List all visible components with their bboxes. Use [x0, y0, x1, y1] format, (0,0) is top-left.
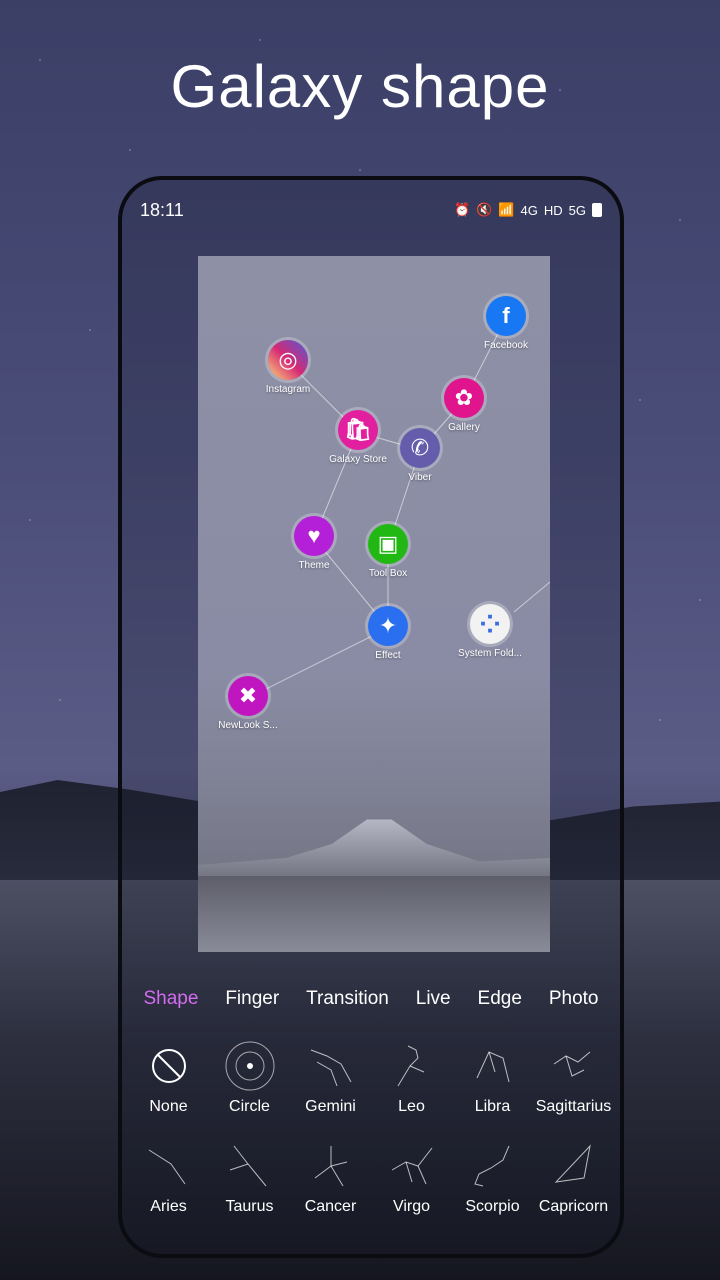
app-viber[interactable]: ✆ Viber — [375, 428, 465, 483]
shape-virgo[interactable]: Virgo — [371, 1140, 452, 1216]
shape-capricorn[interactable]: Capricorn — [533, 1140, 614, 1216]
navigation-bar — [122, 1236, 620, 1254]
sagittarius-icon — [533, 1040, 614, 1092]
shape-label: Gemini — [305, 1098, 356, 1115]
app-gallery[interactable]: ✿ Gallery — [419, 378, 509, 433]
phone-frame: 18:11 ⏰ 🔇 📶 4G HD 5G f Facebook ◎ Instag… — [118, 176, 624, 1258]
virgo-icon — [371, 1140, 452, 1192]
shape-taurus[interactable]: Taurus — [209, 1140, 290, 1216]
libra-icon — [452, 1040, 533, 1092]
shape-label: Aries — [150, 1198, 187, 1215]
gallery-icon: ✿ — [444, 378, 484, 418]
status-bar: 18:11 ⏰ 🔇 📶 4G HD 5G — [140, 198, 602, 222]
galaxy-store-icon: 🛍 — [338, 410, 378, 450]
scorpio-icon — [452, 1140, 533, 1192]
app-label: System Fold... — [458, 648, 522, 659]
shape-leo[interactable]: Leo — [371, 1040, 452, 1116]
capricorn-icon — [533, 1140, 614, 1192]
shape-cancer[interactable]: Cancer — [290, 1140, 371, 1216]
shape-label: Leo — [398, 1098, 425, 1115]
shape-circle[interactable]: Circle — [209, 1040, 290, 1116]
shape-label: Scorpio — [465, 1198, 520, 1215]
taurus-icon — [209, 1140, 290, 1192]
shape-label: Sagittarius — [535, 1098, 612, 1115]
app-instagram[interactable]: ◎ Instagram — [243, 340, 333, 395]
toolbox-icon: ▣ — [368, 524, 408, 564]
app-tool-box[interactable]: ▣ Tool Box — [343, 524, 433, 579]
app-facebook[interactable]: f Facebook — [461, 296, 550, 351]
status-time: 18:11 — [140, 199, 184, 220]
theme-icon: ♥ — [294, 516, 334, 556]
shape-label: Taurus — [225, 1198, 274, 1215]
shape-label: Libra — [474, 1098, 511, 1115]
wifi-icon: 📶 — [498, 202, 515, 217]
none-icon — [128, 1040, 209, 1092]
instagram-icon: ◎ — [268, 340, 308, 380]
shape-label: Circle — [229, 1098, 270, 1115]
shape-grid: None Circle Gemini Leo Libra Sagittarius… — [128, 1040, 614, 1216]
shape-gemini[interactable]: Gemini — [290, 1040, 371, 1116]
viber-icon: ✆ — [400, 428, 440, 468]
battery-icon — [592, 203, 602, 217]
shape-label: Capricorn — [538, 1198, 609, 1215]
shape-sagittarius[interactable]: Sagittarius — [533, 1040, 614, 1116]
gemini-icon — [290, 1040, 371, 1092]
app-label: Effect — [375, 650, 401, 661]
app-label: Viber — [408, 472, 432, 483]
tab-finger[interactable]: Finger — [225, 988, 279, 1010]
app-label: Instagram — [265, 384, 311, 395]
tab-shape[interactable]: Shape — [143, 988, 198, 1010]
tab-edge[interactable]: Edge — [478, 988, 522, 1010]
app-label: Tool Box — [368, 568, 408, 579]
app-label: NewLook S... — [218, 720, 278, 731]
status-icons: ⏰ 🔇 📶 4G HD 5G — [454, 202, 602, 218]
effect-tab-bar: Shape Finger Transition Live Edge Photo — [122, 982, 620, 1016]
newlook-icon: ✖ — [228, 676, 268, 716]
shape-label: Cancer — [304, 1198, 357, 1215]
shape-aries[interactable]: Aries — [128, 1140, 209, 1216]
shape-libra[interactable]: Libra — [452, 1040, 533, 1116]
5g-signal-icon: 5G — [568, 202, 586, 218]
wallpaper-preview: f Facebook ◎ Instagram ✿ Gallery 🛍 Galax… — [198, 256, 550, 952]
app-system-folder[interactable]: ⁘ System Fold... — [445, 604, 535, 659]
system-folder-icon: ⁘ — [470, 604, 510, 644]
headline-title: Galaxy shape — [170, 53, 550, 120]
leo-icon — [371, 1040, 452, 1092]
shape-label: None — [149, 1098, 188, 1115]
alarm-icon: ⏰ — [453, 202, 471, 217]
tab-live[interactable]: Live — [416, 988, 451, 1010]
hd-icon: HD — [543, 202, 563, 218]
app-label: Facebook — [484, 340, 528, 351]
facebook-icon: f — [486, 296, 526, 336]
app-effect[interactable]: ✦ Effect — [343, 606, 433, 661]
cancer-icon — [290, 1140, 371, 1192]
tab-transition[interactable]: Transition — [306, 988, 389, 1010]
app-newlook[interactable]: ✖ NewLook S... — [203, 676, 293, 731]
tab-photo[interactable]: Photo — [549, 988, 599, 1010]
shape-label: Virgo — [392, 1198, 431, 1215]
aries-icon — [128, 1140, 209, 1192]
circle-icon — [209, 1040, 290, 1092]
4g-icon: 4G — [520, 202, 538, 218]
effect-icon: ✦ — [368, 606, 408, 646]
mute-icon: 🔇 — [476, 202, 493, 217]
shape-none[interactable]: None — [128, 1040, 209, 1116]
shape-scorpio[interactable]: Scorpio — [452, 1140, 533, 1216]
